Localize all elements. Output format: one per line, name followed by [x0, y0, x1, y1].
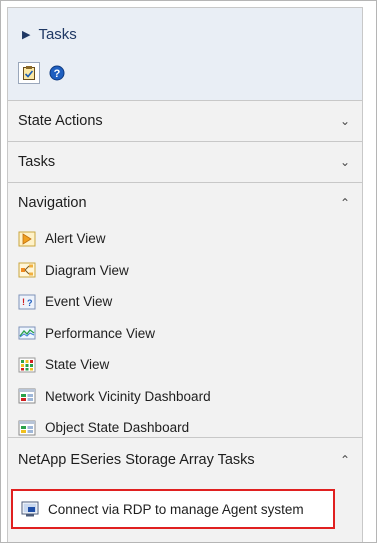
nav-item-label: Alert View	[45, 231, 106, 247]
nav-item-label: Performance View	[45, 325, 156, 341]
section-label: State Actions	[18, 113, 103, 129]
tasks-pane-frame: ▶ Tasks ? State Actions ⌄ Tasks ⌄ Naviga…	[0, 0, 377, 543]
event-view-icon: ! ?	[18, 293, 36, 311]
svg-text:?: ?	[54, 68, 61, 80]
chevron-down-icon: ⌄	[339, 155, 350, 169]
section-label: NetApp ESeries Storage Array Tasks	[18, 452, 255, 468]
nav-item-label: Event View	[45, 294, 113, 310]
tasks-header: ▶ Tasks ?	[8, 8, 362, 100]
nav-item-diagram-view[interactable]: Diagram View	[8, 255, 362, 287]
section-label: Tasks	[18, 154, 56, 170]
dashboard-icon	[18, 387, 36, 405]
highlighted-task-rdp[interactable]: Connect via RDP to manage Agent system	[11, 489, 335, 529]
section-tasks: Tasks ⌄	[8, 141, 362, 182]
task-item-label: Connect via RDP to manage Agent system	[48, 501, 304, 517]
section-navigation: Navigation ⌃ Alert View Diagram View ! ?…	[8, 182, 362, 444]
tasks-icon[interactable]	[18, 62, 40, 84]
task-item-connect-rdp[interactable]: Connect via RDP to manage Agent system	[13, 491, 333, 527]
performance-view-icon	[18, 324, 36, 342]
tasks-title-label: Tasks	[38, 26, 77, 43]
alert-view-icon	[18, 230, 36, 248]
nav-item-performance-view[interactable]: Performance View	[8, 318, 362, 350]
help-icon[interactable]: ?	[46, 62, 68, 84]
section-header-tasks[interactable]: Tasks ⌄	[8, 142, 362, 182]
nav-item-label: Network Vicinity Dashboard	[45, 388, 211, 404]
section-header-state-actions[interactable]: State Actions ⌄	[8, 101, 362, 141]
chevron-up-icon: ⌃	[339, 196, 350, 210]
section-state-actions: State Actions ⌄	[8, 100, 362, 141]
section-header-navigation[interactable]: Navigation ⌃	[8, 183, 362, 223]
chevron-right-icon: ▶	[22, 29, 31, 41]
nav-item-label: Diagram View	[45, 262, 129, 278]
nav-item-alert-view[interactable]: Alert View	[8, 223, 362, 255]
nav-item-network-vicinity-dashboard[interactable]: Network Vicinity Dashboard	[8, 381, 362, 413]
diagram-view-icon	[18, 261, 36, 279]
nav-item-state-view[interactable]: State View	[8, 349, 362, 381]
dashboard-icon	[18, 419, 36, 437]
tasks-title[interactable]: ▶ Tasks	[22, 26, 77, 43]
section-label: Navigation	[18, 195, 87, 211]
tab-icons: ?	[18, 62, 68, 84]
nav-item-event-view[interactable]: ! ? Event View	[8, 286, 362, 318]
chevron-up-icon: ⌃	[339, 453, 350, 467]
remote-desktop-icon	[21, 500, 39, 518]
svg-text:?: ?	[27, 298, 33, 308]
state-view-icon	[18, 356, 36, 374]
nav-item-label: Object State Dashboard	[45, 420, 190, 436]
tasks-pane: ▶ Tasks ? State Actions ⌄ Tasks ⌄ Naviga…	[7, 7, 363, 542]
svg-text:!: !	[22, 297, 25, 307]
chevron-down-icon: ⌄	[339, 114, 350, 128]
section-header-netapp-tasks[interactable]: NetApp ESeries Storage Array Tasks ⌃	[8, 438, 362, 482]
nav-item-label: State View	[45, 357, 110, 373]
